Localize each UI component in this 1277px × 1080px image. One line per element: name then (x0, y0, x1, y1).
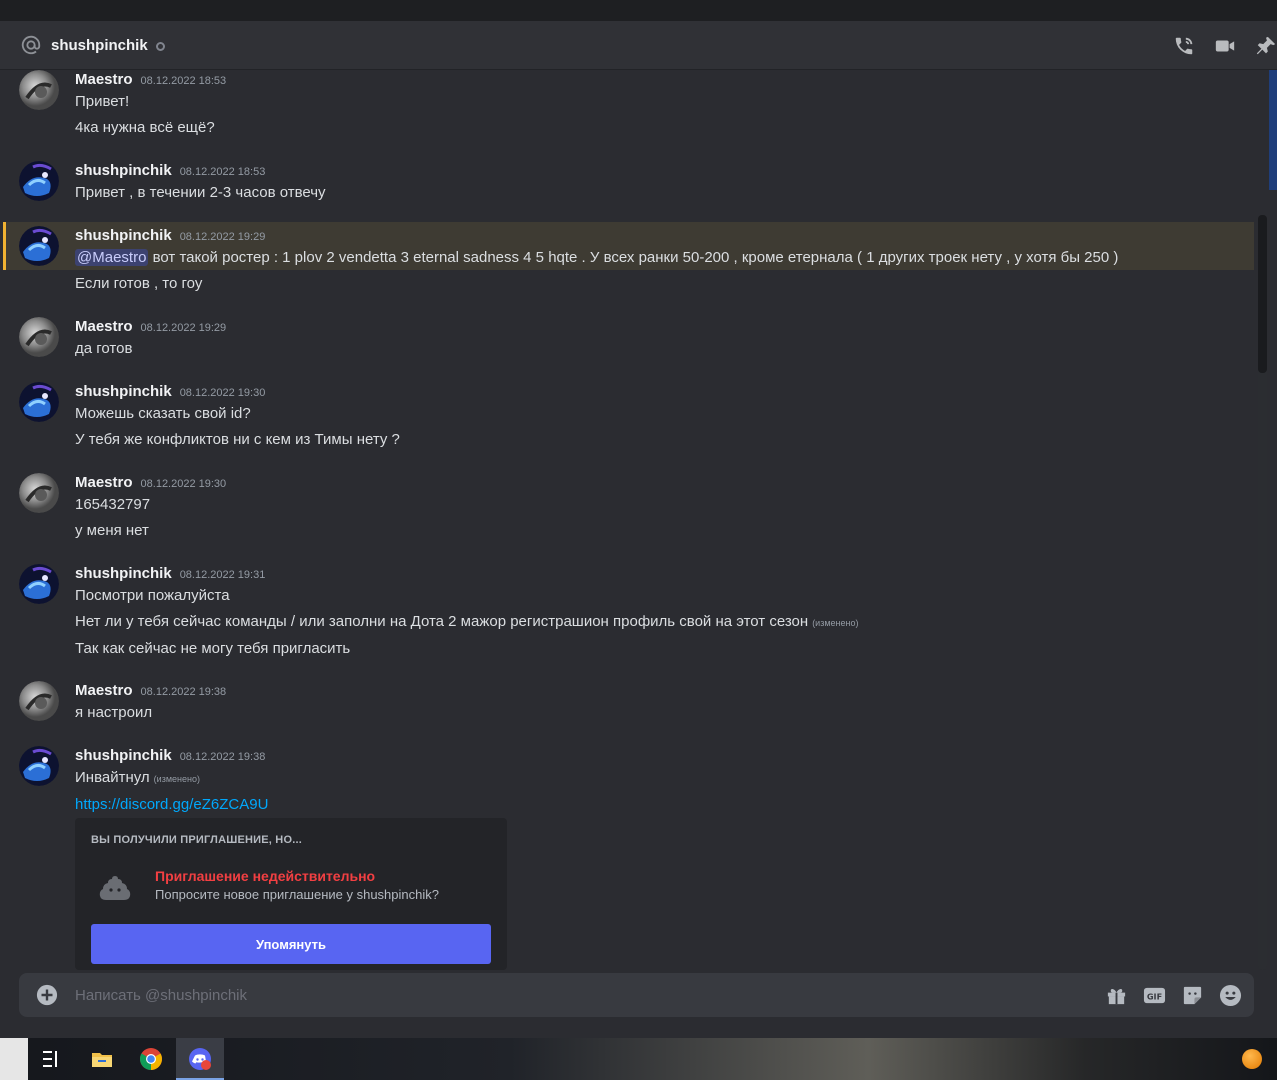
edited-label: (изменено) (812, 618, 859, 628)
message-timestamp: 08.12.2022 19:30 (140, 478, 227, 490)
message-text: 4ка нужна всё ещё? (75, 119, 215, 136)
message-text-body: Нет ли у тебя сейчас команды / или запол… (75, 613, 809, 630)
message-text: Привет! (75, 93, 130, 110)
message-author[interactable]: shushpinchik (75, 746, 172, 766)
avatar[interactable] (19, 70, 59, 110)
message-author[interactable]: shushpinchik (75, 161, 172, 181)
invite-embed: ВЫ ПОЛУЧИЛИ ПРИГЛАШЕНИЕ, НО... Приглашен… (75, 818, 507, 970)
message-text-body: Инвайтнул (75, 769, 150, 786)
message-text: да готов (75, 340, 133, 357)
pin-icon[interactable] (1255, 35, 1277, 57)
tray-app-icon[interactable] (1242, 1049, 1262, 1069)
add-attachment-icon[interactable] (36, 984, 58, 1006)
message-text: Посмотри пожалуйста (75, 587, 230, 604)
message-author[interactable]: Maestro (75, 70, 133, 90)
gift-icon[interactable] (1105, 984, 1128, 1007)
voice-call-icon[interactable] (1173, 35, 1195, 57)
edited-label: (изменено) (153, 774, 200, 784)
message-author[interactable]: Maestro (75, 317, 133, 337)
avatar[interactable] (19, 681, 59, 721)
message-author[interactable]: shushpinchik (75, 564, 172, 584)
emoji-icon[interactable] (1219, 984, 1242, 1007)
message-text: Если готов , то гоу (75, 275, 203, 292)
invite-invalid-title: Приглашение недействительно (155, 868, 376, 884)
file-explorer-icon[interactable] (90, 1047, 114, 1071)
composer-tools: GIF (1105, 973, 1242, 1017)
message-author[interactable]: Maestro (75, 473, 133, 493)
message-timestamp: 08.12.2022 19:29 (140, 322, 227, 334)
chrome-icon[interactable] (139, 1047, 163, 1071)
invite-heading: ВЫ ПОЛУЧИЛИ ПРИГЛАШЕНИЕ, НО... (91, 834, 302, 846)
message-text: Инвайтнул (изменено) (75, 768, 268, 789)
message-text: Можешь сказать свой id? (75, 405, 251, 422)
message-text: @Maestro вот такой ростер : 1 plov 2 ven… (75, 248, 1118, 268)
message-text: https://discord.gg/eZ6ZCA9U (75, 795, 268, 815)
avatar[interactable] (19, 564, 59, 604)
avatar[interactable] (19, 746, 59, 786)
message-timestamp: 08.12.2022 18:53 (179, 166, 266, 178)
start-button[interactable] (0, 1038, 28, 1080)
message-text: Нет ли у тебя сейчас команды / или запол… (75, 612, 858, 633)
avatar[interactable] (19, 226, 59, 266)
gif-icon[interactable]: GIF (1143, 984, 1166, 1007)
window-edge (1269, 70, 1277, 190)
composer-area: GIF (0, 970, 1277, 1038)
scrollbar-thumb[interactable] (1258, 215, 1267, 373)
window-titlebar (0, 0, 1277, 21)
message-list[interactable]: Maestro 08.12.2022 18:53 Привет! 4ка нужн… (0, 70, 1257, 970)
message-text: Привет , в течении 2-3 часов отвечу (75, 184, 326, 201)
os-taskbar (0, 1038, 1277, 1080)
message-text-body: вот такой ростер : 1 plov 2 vendetta 3 e… (148, 249, 1119, 266)
message-text: я настроил (75, 704, 153, 721)
message-composer: GIF (19, 973, 1254, 1017)
status-offline-icon (155, 41, 165, 51)
invite-subtitle: Попросите новое приглашение у shushpinch… (155, 887, 439, 902)
avatar[interactable] (19, 473, 59, 513)
invite-link[interactable]: https://discord.gg/eZ6ZCA9U (75, 796, 268, 813)
message-text: Так как сейчас не могу тебя пригласить (75, 640, 351, 657)
video-call-icon[interactable] (1214, 35, 1236, 57)
channel-header: shushpinchik (0, 21, 1277, 70)
message-text: 165432797 (75, 496, 151, 513)
sticker-icon[interactable] (1181, 984, 1204, 1007)
poop-icon (99, 876, 131, 900)
message-author[interactable]: shushpinchik (75, 382, 172, 402)
avatar[interactable] (19, 382, 59, 422)
avatar[interactable] (19, 161, 59, 201)
header-actions (1173, 21, 1277, 70)
at-icon (21, 35, 41, 55)
message-author[interactable]: shushpinchik (75, 226, 172, 246)
message-author[interactable]: Maestro (75, 681, 133, 701)
message-timestamp: 08.12.2022 19:30 (179, 387, 266, 399)
channel-name: shushpinchik (51, 36, 148, 54)
message-text: У тебя же конфликтов ни с кем из Тимы не… (75, 431, 400, 448)
task-view-icon[interactable] (39, 1047, 63, 1071)
message-input[interactable] (75, 973, 975, 1017)
avatar[interactable] (19, 317, 59, 357)
message-timestamp: 08.12.2022 19:31 (179, 569, 266, 581)
message-timestamp: 08.12.2022 19:38 (140, 686, 227, 698)
svg-text:GIF: GIF (1147, 991, 1162, 1001)
user-mention[interactable]: @Maestro (75, 249, 149, 266)
message-timestamp: 08.12.2022 19:29 (179, 231, 266, 243)
discord-icon[interactable] (188, 1047, 212, 1071)
mention-button[interactable]: Упомянуть (91, 924, 491, 964)
message-timestamp: 08.12.2022 19:38 (179, 751, 266, 763)
message-timestamp: 08.12.2022 18:53 (140, 75, 227, 87)
message-text: у меня нет (75, 522, 149, 539)
